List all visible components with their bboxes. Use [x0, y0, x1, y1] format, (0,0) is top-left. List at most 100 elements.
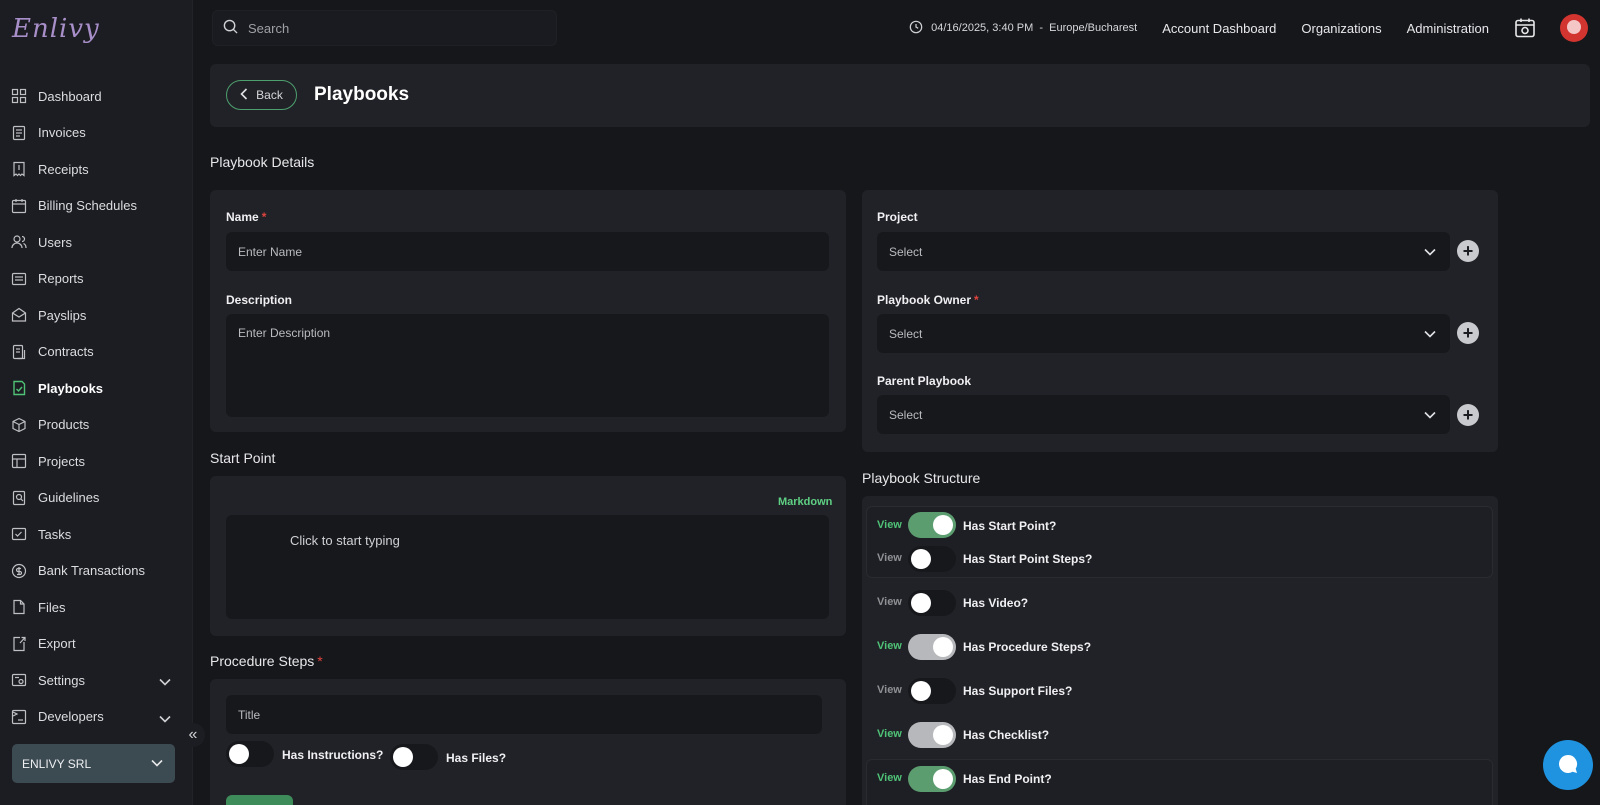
sidebar-item-receipts[interactable]: Receipts	[0, 151, 193, 188]
has-end-point-toggle[interactable]	[908, 766, 956, 792]
sidebar-item-users[interactable]: Users	[0, 224, 193, 261]
guideline-icon	[11, 490, 27, 506]
add-parent-playbook-button[interactable]: +	[1457, 404, 1479, 426]
calendar-icon[interactable]	[1514, 17, 1536, 39]
sidebar-item-label: Settings	[38, 672, 85, 688]
playbook-details-title: Playbook Details	[210, 154, 315, 170]
sidebar-item-reports[interactable]: Reports	[0, 261, 193, 298]
chevron-down-icon	[1424, 245, 1436, 259]
double-chevron-left-icon: «	[188, 726, 198, 743]
view-link[interactable]: View	[877, 772, 902, 784]
administration-link[interactable]: Administration	[1407, 21, 1489, 36]
sidebar-item-settings[interactable]: Settings	[0, 662, 193, 699]
back-button[interactable]: Back	[226, 80, 297, 110]
chevron-down-icon[interactable]	[159, 674, 171, 689]
add-step-button[interactable]	[226, 795, 293, 805]
playbook-structure-title: Playbook Structure	[862, 470, 981, 486]
page-title: Playbooks	[314, 84, 410, 105]
sidebar-item-label: Reports	[38, 271, 84, 287]
sidebar-item-tasks[interactable]: Tasks	[0, 516, 193, 553]
sidebar-item-products[interactable]: Products	[0, 407, 193, 444]
sidebar-item-projects[interactable]: Projects	[0, 443, 193, 480]
settings-icon	[11, 672, 27, 688]
view-link[interactable]: View	[877, 552, 902, 564]
view-link[interactable]: View	[877, 640, 902, 652]
chevron-down-icon[interactable]	[159, 711, 171, 726]
name-input[interactable]	[226, 232, 829, 271]
project-select-value: Select	[889, 244, 923, 259]
has-instructions-toggle[interactable]	[226, 741, 274, 767]
timezone-value: Europe/Bucharest	[1049, 22, 1138, 34]
sidebar-item-billing-schedules[interactable]: Billing Schedules	[0, 188, 193, 225]
search-icon	[223, 19, 238, 37]
receipt-icon	[11, 161, 27, 177]
project-select[interactable]: Select	[877, 232, 1450, 271]
markdown-toggle-link[interactable]: Markdown	[778, 496, 832, 508]
search-input[interactable]	[248, 20, 424, 36]
sidebar-item-label: Receipts	[38, 161, 89, 177]
procedure-steps-title-text: Procedure Steps	[210, 653, 315, 669]
owner-label: Playbook Owner *	[877, 293, 979, 307]
account-dashboard-link[interactable]: Account Dashboard	[1162, 21, 1276, 36]
sidebar-item-dashboard[interactable]: Dashboard	[0, 78, 193, 115]
view-link[interactable]: View	[877, 596, 902, 608]
collapse-sidebar-button[interactable]: «	[181, 723, 205, 747]
has-start-point-label: Has Start Point?	[963, 519, 1057, 533]
sidebar-item-files[interactable]: Files	[0, 589, 193, 626]
billing-schedule-icon	[11, 198, 27, 214]
sidebar-item-developers[interactable]: Developers	[0, 699, 193, 736]
avatar[interactable]	[1560, 14, 1588, 42]
clock-icon	[909, 20, 931, 37]
sidebar-item-guidelines[interactable]: Guidelines	[0, 480, 193, 517]
sidebar-item-bank-transactions[interactable]: Bank Transactions	[0, 553, 193, 590]
description-input[interactable]	[226, 314, 829, 417]
sidebar-item-invoices[interactable]: Invoices	[0, 115, 193, 152]
datetime-value: 04/16/2025, 3:40 PM	[931, 22, 1034, 34]
add-owner-button[interactable]: +	[1457, 322, 1479, 344]
has-files-label: Has Files?	[446, 751, 507, 765]
chevron-left-icon	[240, 87, 256, 103]
chat-support-button[interactable]	[1543, 740, 1593, 790]
required-marker: *	[261, 210, 267, 224]
has-start-point-toggle[interactable]	[908, 512, 956, 538]
app-logo[interactable]: Enlivy	[12, 14, 100, 44]
parent-playbook-select[interactable]: Select	[877, 395, 1450, 434]
owner-select[interactable]: Select	[877, 314, 1450, 353]
start-point-editor[interactable]: Click to start typing	[226, 515, 829, 619]
users-icon	[11, 234, 27, 250]
has-video-toggle[interactable]	[908, 590, 956, 616]
organizations-link[interactable]: Organizations	[1301, 21, 1381, 36]
has-support-files-label: Has Support Files?	[963, 684, 1073, 698]
project-icon	[11, 453, 27, 469]
step-title-input[interactable]	[226, 695, 822, 734]
playbook-structure-card: View Has Start Point? View Has Start Poi…	[862, 496, 1498, 805]
sidebar-item-export[interactable]: Export	[0, 626, 193, 663]
sidebar-item-payslips[interactable]: Payslips	[0, 297, 193, 334]
chevron-down-icon	[1424, 408, 1436, 422]
sidebar-item-label: Bank Transactions	[38, 563, 145, 579]
chevron-down-icon	[1424, 327, 1436, 341]
sidebar-item-playbooks[interactable]: Playbooks	[0, 370, 193, 407]
has-checklist-label: Has Checklist?	[963, 728, 1050, 742]
has-support-files-toggle[interactable]	[908, 678, 956, 704]
export-icon	[11, 636, 27, 652]
has-start-point-steps-toggle[interactable]	[908, 546, 956, 572]
owner-label-text: Playbook Owner	[877, 293, 972, 307]
has-procedure-steps-toggle[interactable]	[908, 634, 956, 660]
required-marker: *	[974, 293, 979, 307]
view-link[interactable]: View	[877, 519, 902, 531]
add-project-button[interactable]: +	[1457, 240, 1479, 262]
view-link[interactable]: View	[877, 728, 902, 740]
sidebar-item-label: Files	[38, 599, 66, 615]
sidebar-item-label: Tasks	[38, 526, 72, 542]
start-point-toggle-group	[866, 506, 1493, 578]
sidebar-item-label: Guidelines	[38, 490, 100, 506]
plus-icon: +	[1462, 405, 1474, 425]
has-checklist-toggle[interactable]	[908, 722, 956, 748]
organization-select[interactable]: ENLIVY SRL	[12, 744, 175, 783]
sidebar-item-label: Users	[38, 234, 72, 250]
has-procedure-steps-label: Has Procedure Steps?	[963, 640, 1092, 654]
view-link[interactable]: View	[877, 684, 902, 696]
has-files-toggle[interactable]	[390, 744, 438, 770]
sidebar-item-contracts[interactable]: Contracts	[0, 334, 193, 371]
